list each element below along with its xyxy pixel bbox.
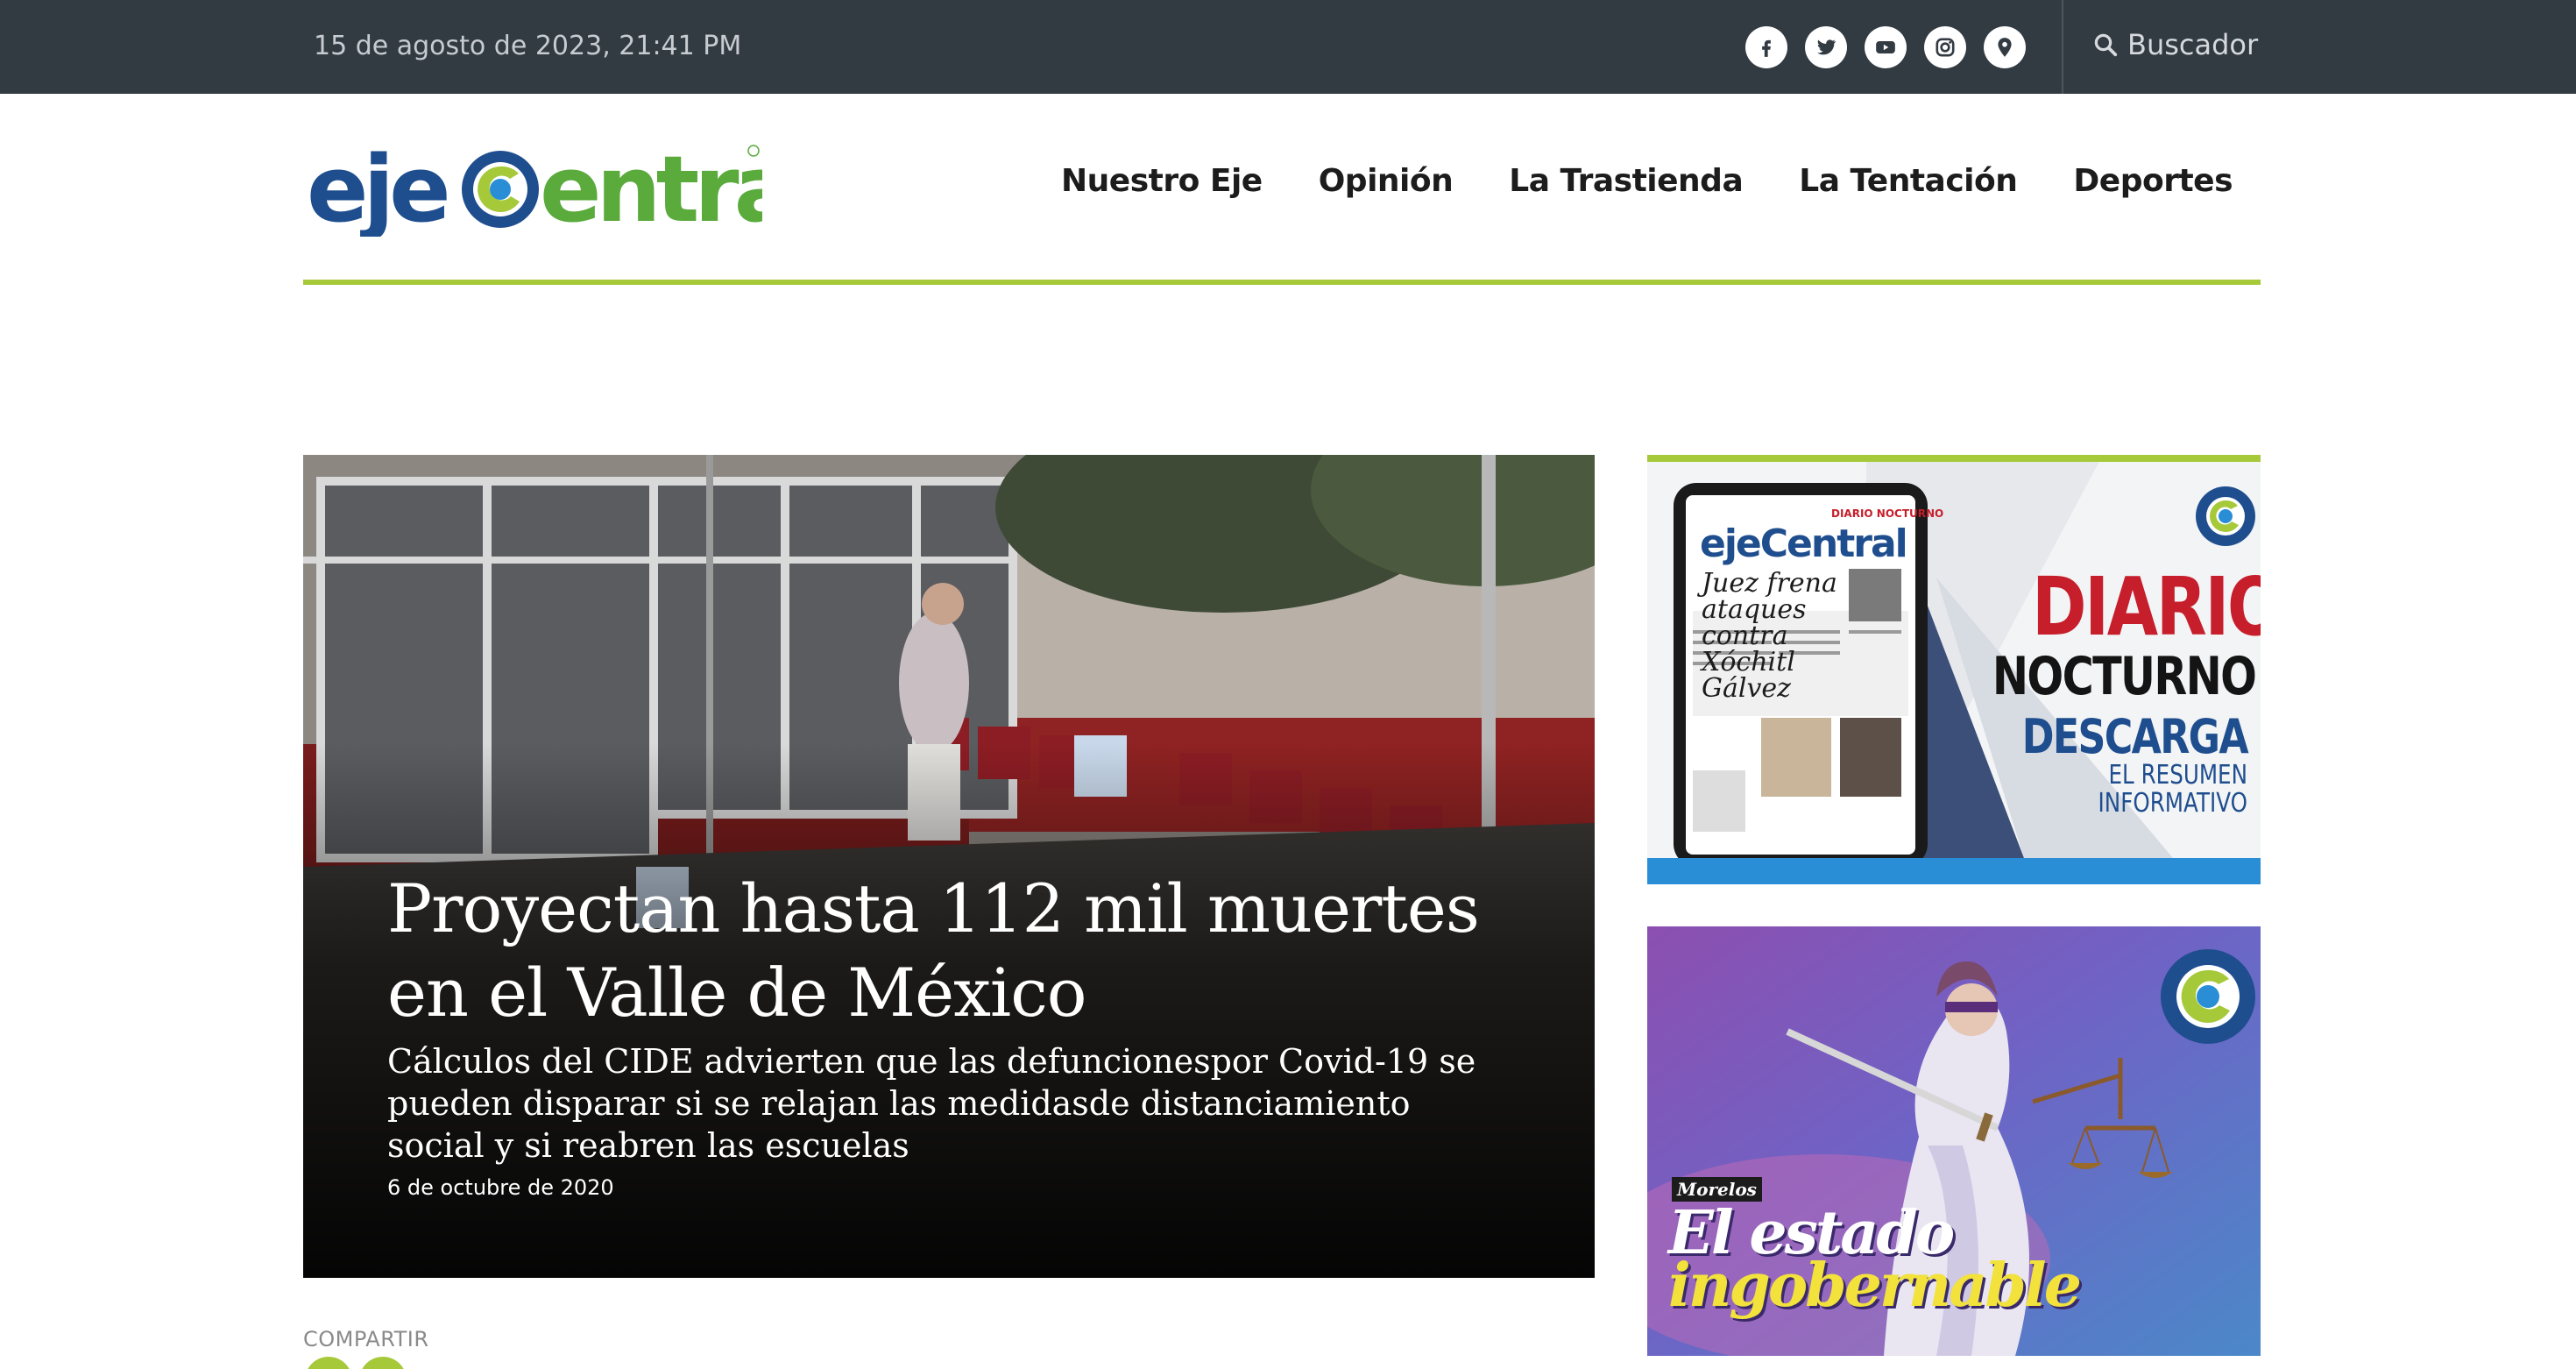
ad-resumen: EL RESUMEN INFORMATIVO xyxy=(1992,762,2247,818)
morelos-headline-line2: ingobernable xyxy=(1668,1251,2082,1321)
site-logo[interactable]: eje entral xyxy=(307,136,821,243)
hero-date: 6 de octubre de 2020 xyxy=(387,1175,614,1200)
ad-resumen-line2: INFORMATIVO xyxy=(2098,788,2247,819)
tablet-headline: Juez frena ataques contra Xóchitl Gálvez xyxy=(1702,568,1837,704)
tablet-kicker: DIARIO NOCTURNO xyxy=(1831,507,1944,520)
share-twitter-button[interactable] xyxy=(359,1357,407,1369)
ad-descarga: DESCARGA xyxy=(2021,709,2249,764)
nav-la-tentacion[interactable]: La Tentación xyxy=(1799,163,2018,199)
share-facebook-button[interactable] xyxy=(305,1357,352,1369)
location-pin-icon[interactable] xyxy=(1984,26,2026,68)
hero-subtitle: Cálculos del CIDE advierten que las defu… xyxy=(387,1042,1476,1165)
diario-nocturno-ad[interactable]: DIARIO NOCTURNO ejeCentral Juez frena at… xyxy=(1647,455,2261,884)
youtube-icon[interactable] xyxy=(1865,26,1907,68)
social-links xyxy=(1745,26,2026,68)
hero-title[interactable]: Proyectan hasta 112 mil muertes en el Va… xyxy=(387,867,1553,1035)
ad-social-strip xyxy=(1647,858,2261,884)
instagram-icon[interactable] xyxy=(1924,26,1966,68)
ad-title-diario: DIARIO xyxy=(2032,560,2261,654)
share-buttons xyxy=(305,1357,407,1369)
ad-title-nocturno: NOCTURNO xyxy=(1992,646,2257,707)
nav-la-trastienda[interactable]: La Trastienda xyxy=(1509,163,1744,199)
top-bar: 15 de agosto de 2023, 21:41 PM Buscador xyxy=(0,0,2576,94)
hero-text: Proyectan hasta 112 mil muertes en el Va… xyxy=(387,867,1553,1200)
search-button[interactable]: Buscador xyxy=(2092,28,2258,61)
ad-accent-line xyxy=(1647,455,2261,462)
search-label: Buscador xyxy=(2127,28,2259,61)
search-icon xyxy=(2094,33,2118,57)
nav-opinion[interactable]: Opinión xyxy=(1319,163,1454,199)
hero-article[interactable]: Proyectan hasta 112 mil muertes en el Va… xyxy=(303,455,1595,1278)
main-nav: Nuestro Eje Opinión La Trastienda La Ten… xyxy=(1061,163,2233,199)
header-divider xyxy=(303,280,2261,285)
svg-text:eje: eje xyxy=(307,140,447,237)
nav-deportes[interactable]: Deportes xyxy=(2073,163,2233,199)
morelos-cover-ad[interactable]: Morelos El estado ingobernable xyxy=(1647,926,2261,1356)
topbar-divider xyxy=(2062,0,2063,94)
svg-text:entral: entral xyxy=(540,140,762,237)
share-label: COMPARTIR xyxy=(303,1327,429,1351)
current-datetime: 15 de agosto de 2023, 21:41 PM xyxy=(314,31,742,61)
tablet-logo: ejeCentral xyxy=(1700,521,1908,566)
facebook-icon[interactable] xyxy=(1745,26,1787,68)
nav-nuestro-eje[interactable]: Nuestro Eje xyxy=(1061,163,1263,199)
ad-resumen-line1: EL RESUMEN xyxy=(2108,760,2247,791)
twitter-icon[interactable] xyxy=(1805,26,1847,68)
